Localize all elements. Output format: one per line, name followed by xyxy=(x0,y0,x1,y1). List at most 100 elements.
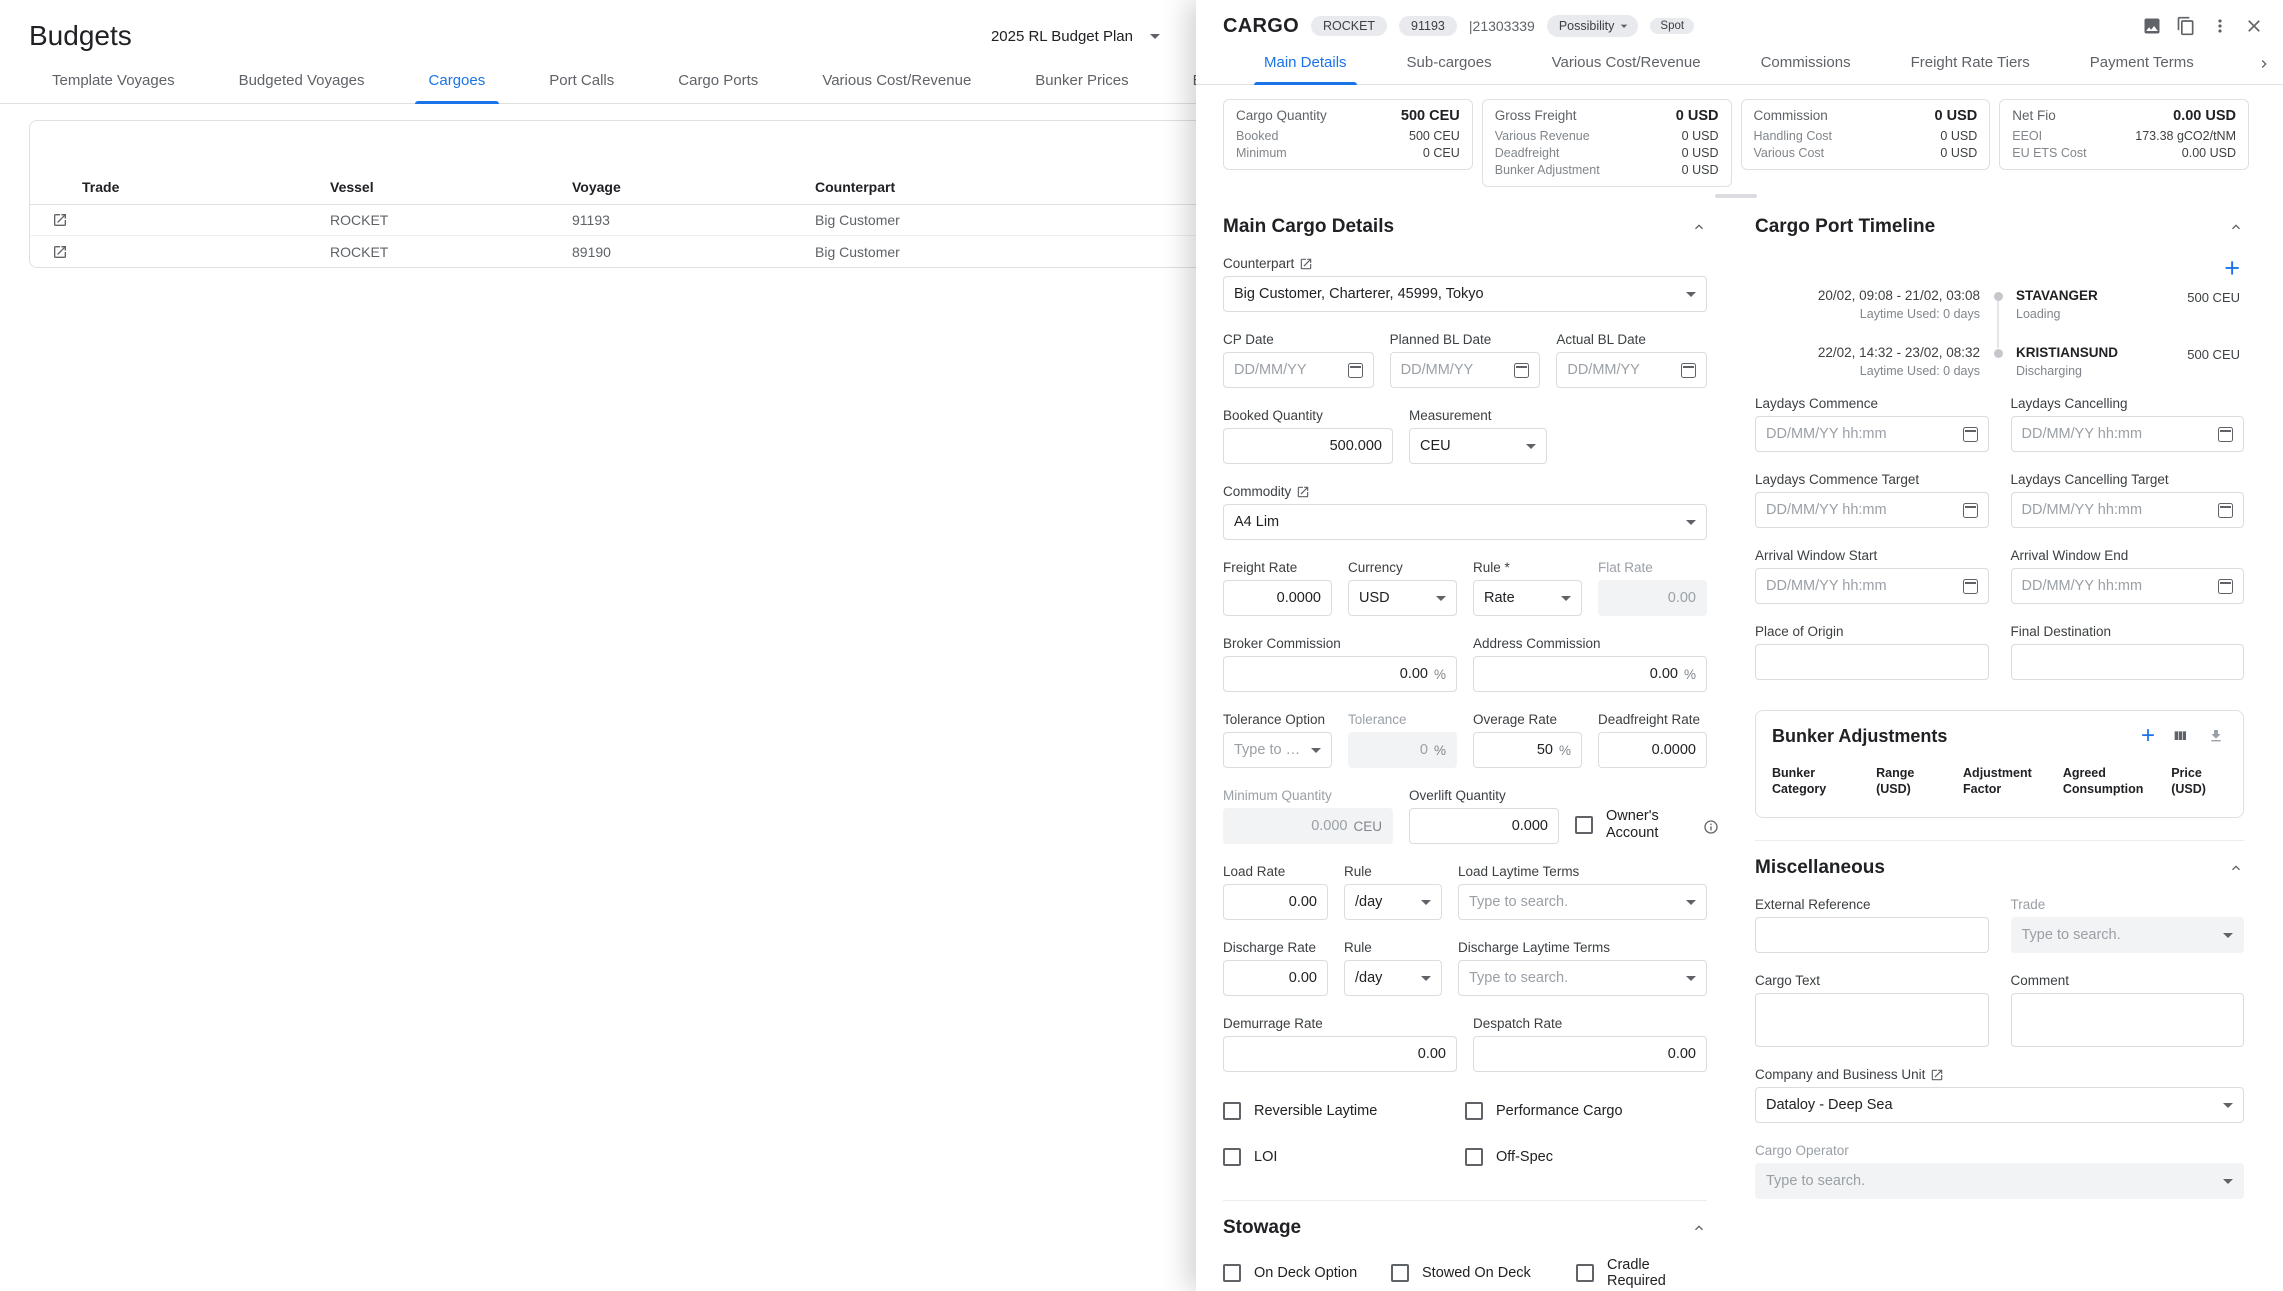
copy-button[interactable] xyxy=(2173,13,2199,39)
booked-quantity-input[interactable] xyxy=(1234,438,1382,454)
checkbox[interactable] xyxy=(1576,1264,1594,1282)
tabs-overflow-button[interactable] xyxy=(2253,53,2275,75)
collapse-section-button[interactable] xyxy=(2228,219,2244,235)
checkbox-item[interactable]: Off-Spec xyxy=(1465,1148,1707,1166)
summary-card-value: 0 USD xyxy=(1676,108,1719,124)
info-button[interactable] xyxy=(1700,810,1722,844)
budgets-tab[interactable]: Bunker Prices xyxy=(1031,72,1132,103)
cp-date-input[interactable] xyxy=(1234,362,1340,378)
timeline-entry[interactable]: 20/02, 09:08 - 21/02, 03:08 Laytime Used… xyxy=(1755,288,2244,321)
load-rule-select[interactable]: /day xyxy=(1344,884,1442,920)
overage-rate-input[interactable] xyxy=(1484,742,1553,758)
budgets-tab[interactable]: Template Voyages xyxy=(48,72,179,103)
chevron-up-icon xyxy=(1691,219,1707,235)
external-reference-input[interactable] xyxy=(1766,927,1978,943)
company-business-unit-select[interactable]: Dataloy - Deep Sea xyxy=(1755,1087,2244,1123)
rule-select[interactable]: Rate xyxy=(1473,580,1582,616)
discharge-rate-input[interactable] xyxy=(1234,970,1317,986)
cargo-tab[interactable]: Commissions xyxy=(1759,54,1853,84)
checkbox-item[interactable]: Reversible Laytime xyxy=(1223,1102,1465,1120)
datetime-input[interactable] xyxy=(1766,426,1955,442)
calendar-icon[interactable] xyxy=(1681,363,1696,378)
load-rate-input[interactable] xyxy=(1234,894,1317,910)
checkbox-item[interactable]: On Deck Option xyxy=(1223,1257,1391,1289)
collapse-section-button[interactable] xyxy=(1691,219,1707,235)
checkbox[interactable] xyxy=(1575,816,1593,834)
open-cargo-icon[interactable] xyxy=(52,212,68,228)
broker-commission-input[interactable] xyxy=(1234,666,1428,682)
datetime-input[interactable] xyxy=(2022,502,2211,518)
actual-bl-date-input[interactable] xyxy=(1567,362,1673,378)
owners-account-checkbox[interactable]: Owner's Account xyxy=(1575,806,1684,844)
external-link-icon[interactable] xyxy=(1299,257,1313,271)
column-settings-button[interactable] xyxy=(2169,725,2191,747)
collapse-section-button[interactable] xyxy=(2228,860,2244,876)
budgets-tab[interactable]: Cargo Ports xyxy=(674,72,762,103)
add-bunker-adjustment-button[interactable]: + xyxy=(2141,726,2155,746)
discharge-rule-select[interactable]: /day xyxy=(1344,960,1442,996)
budget-plan-selector[interactable]: 2025 RL Budget Plan xyxy=(991,28,1160,45)
cargo-tab[interactable]: Various Cost/Revenue xyxy=(1550,54,1703,84)
calendar-icon[interactable] xyxy=(1514,363,1529,378)
calendar-icon[interactable] xyxy=(2218,503,2233,518)
tolerance-option-select[interactable]: Type to s... xyxy=(1223,732,1332,768)
address-commission-input[interactable] xyxy=(1484,666,1678,682)
calendar-icon[interactable] xyxy=(2218,427,2233,442)
place-of-origin-input[interactable] xyxy=(1766,654,1978,670)
panel-resize-handle[interactable] xyxy=(1715,194,1757,198)
budgets-tab[interactable]: Budgeted Voyages xyxy=(235,72,369,103)
checkbox[interactable] xyxy=(1223,1264,1241,1282)
discharge-laytime-terms-select[interactable]: Type to search. xyxy=(1458,960,1707,996)
cargo-tab[interactable]: Freight Rate Tiers xyxy=(1909,54,2032,84)
checkbox[interactable] xyxy=(1391,1264,1409,1282)
calendar-icon[interactable] xyxy=(2218,579,2233,594)
budgets-tab[interactable]: Various Cost/Revenue xyxy=(818,72,975,103)
calendar-icon[interactable] xyxy=(1963,503,1978,518)
load-laytime-terms-select[interactable]: Type to search. xyxy=(1458,884,1707,920)
checkbox[interactable] xyxy=(1465,1148,1483,1166)
collapse-section-button[interactable] xyxy=(1691,1220,1707,1236)
calendar-icon[interactable] xyxy=(1963,579,1978,594)
checkbox[interactable] xyxy=(1465,1102,1483,1120)
demurrage-rate-input[interactable] xyxy=(1234,1046,1446,1062)
external-link-icon[interactable] xyxy=(1930,1068,1944,1082)
checkbox-item[interactable]: LOI xyxy=(1223,1148,1465,1166)
datetime-input[interactable] xyxy=(2022,426,2211,442)
add-port-call-button[interactable]: + xyxy=(2224,256,2240,280)
datetime-input[interactable] xyxy=(1766,578,1955,594)
checkbox-item[interactable]: Cradle Required xyxy=(1576,1257,1707,1289)
status-dropdown[interactable]: Possibility xyxy=(1547,15,1639,37)
cargo-tab[interactable]: Payment Terms xyxy=(2088,54,2196,84)
counterpart-select[interactable]: Big Customer, Charterer, 45999, Tokyo xyxy=(1223,276,1707,312)
freight-rate-input[interactable] xyxy=(1234,590,1321,606)
cargo-text-input[interactable] xyxy=(1766,1001,1978,1046)
checkbox[interactable] xyxy=(1223,1102,1241,1120)
despatch-rate-input[interactable] xyxy=(1484,1046,1696,1062)
overlift-quantity-input[interactable] xyxy=(1420,818,1548,834)
calendar-icon[interactable] xyxy=(1963,427,1978,442)
image-button[interactable] xyxy=(2139,13,2165,39)
close-panel-button[interactable] xyxy=(2241,13,2267,39)
cargo-tab[interactable]: Sub-cargoes xyxy=(1405,54,1494,84)
datetime-input[interactable] xyxy=(1766,502,1955,518)
comment-input[interactable] xyxy=(2022,1001,2234,1046)
currency-select[interactable]: USD xyxy=(1348,580,1457,616)
budgets-tab[interactable]: Port Calls xyxy=(545,72,618,103)
measurement-select[interactable]: CEU xyxy=(1409,428,1547,464)
external-link-icon[interactable] xyxy=(1296,485,1310,499)
calendar-icon[interactable] xyxy=(1348,363,1363,378)
more-options-button[interactable] xyxy=(2207,13,2233,39)
planned-bl-date-input[interactable] xyxy=(1401,362,1507,378)
checkbox-item[interactable]: Performance Cargo xyxy=(1465,1102,1707,1120)
timeline-entry[interactable]: 22/02, 14:32 - 23/02, 08:32 Laytime Used… xyxy=(1755,345,2244,378)
budgets-tab[interactable]: Cargoes xyxy=(425,72,490,103)
checkbox-item[interactable]: Stowed On Deck xyxy=(1391,1257,1576,1289)
checkbox[interactable] xyxy=(1223,1148,1241,1166)
datetime-input[interactable] xyxy=(2022,578,2211,594)
open-cargo-icon[interactable] xyxy=(52,244,68,260)
final-destination-input[interactable] xyxy=(2022,654,2234,670)
deadfreight-rate-input[interactable] xyxy=(1609,742,1696,758)
download-button[interactable] xyxy=(2205,725,2227,747)
cargo-tab[interactable]: Main Details xyxy=(1262,54,1349,84)
commodity-select[interactable]: A4 Lim xyxy=(1223,504,1707,540)
